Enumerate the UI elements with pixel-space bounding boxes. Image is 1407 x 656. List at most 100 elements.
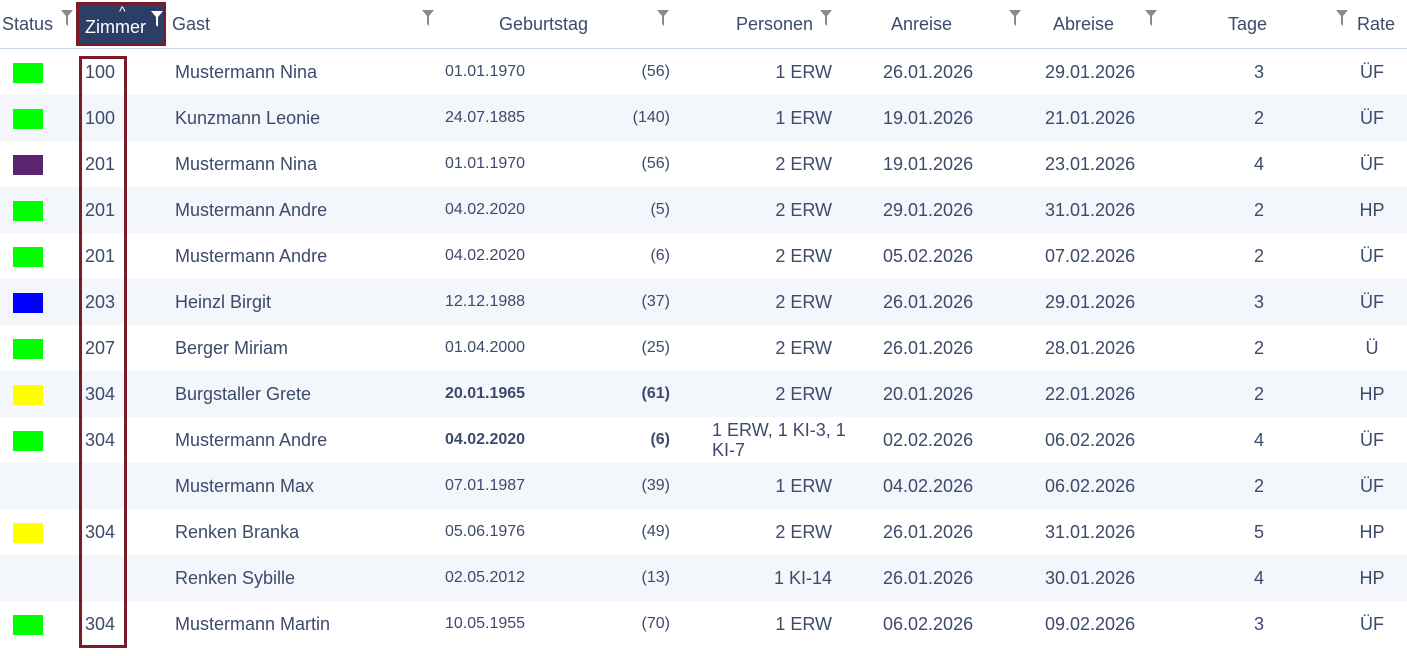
gast-cell: Heinzl Birgit bbox=[175, 292, 272, 312]
anreise-cell: 19.01.2026 bbox=[883, 154, 974, 174]
alter-cell: (56) bbox=[641, 63, 670, 80]
column-header-gast[interactable]: Gast bbox=[172, 14, 210, 35]
rate-cell: ÜF bbox=[1360, 430, 1384, 450]
column-header-abreise[interactable]: Abreise bbox=[1053, 14, 1114, 35]
tage-cell: 4 bbox=[1253, 430, 1264, 450]
alter-cell: (49) bbox=[641, 523, 670, 540]
column-header-anreise[interactable]: Anreise bbox=[891, 14, 952, 35]
personen-cell: 2 ERW bbox=[775, 154, 832, 174]
personen-cell: 2 ERW bbox=[775, 384, 832, 404]
abreise-cell: 22.01.2026 bbox=[1045, 384, 1136, 404]
filter-icon-anreise[interactable] bbox=[1009, 10, 1021, 26]
table-row[interactable]: 201 Mustermann Andre 04.02.2020 (5) 2 ERW 29.… bbox=[0, 187, 1407, 233]
column-header-rate[interactable]: Rate bbox=[1357, 14, 1395, 35]
filter-icon-tage[interactable] bbox=[1336, 10, 1348, 26]
table-row[interactable]: 203 Heinzl Birgit 12.12.1988 (37) 2 ERW 26.01… bbox=[0, 279, 1407, 325]
tage-cell: 2 bbox=[1253, 108, 1264, 128]
rate-cell: ÜF bbox=[1360, 154, 1384, 174]
filter-icon-geburtstag[interactable] bbox=[657, 10, 669, 26]
alter-cell: (56) bbox=[641, 155, 670, 172]
filter-icon-personen[interactable] bbox=[820, 10, 832, 26]
geburtstag-cell: 04.02.2020 bbox=[445, 431, 526, 448]
anreise-cell: 26.01.2026 bbox=[883, 292, 974, 312]
alter-cell: (6) bbox=[650, 247, 670, 264]
tage-cell: 3 bbox=[1253, 614, 1264, 634]
column-header-zimmer-active[interactable]: ^ Zimmer bbox=[76, 2, 166, 46]
table-row[interactable]: 207 Berger Miriam 01.04.2000 (25) 2 ERW 26.01… bbox=[0, 325, 1407, 371]
alter-cell: (140) bbox=[632, 109, 670, 126]
geburtstag-cell: 07.01.1987 bbox=[445, 477, 526, 494]
table-row[interactable]: 100 Kunzmann Leonie 24.07.1885 (140) 1 ERW 19… bbox=[0, 95, 1407, 141]
table-row[interactable]: 304 Renken Branka 05.06.1976 (49) 2 ERW 26.01… bbox=[0, 509, 1407, 555]
anreise-cell: 02.02.2026 bbox=[883, 430, 974, 450]
anreise-cell: 19.01.2026 bbox=[883, 108, 974, 128]
abreise-cell: 30.01.2026 bbox=[1045, 568, 1136, 588]
column-header-status[interactable]: Status bbox=[2, 14, 53, 35]
tage-cell: 4 bbox=[1253, 154, 1264, 174]
personen-cell: 1 ERW bbox=[775, 62, 832, 82]
geburtstag-cell: 01.01.1970 bbox=[445, 63, 526, 80]
tage-cell: 2 bbox=[1253, 338, 1264, 358]
abreise-cell: 07.02.2026 bbox=[1045, 246, 1136, 266]
anreise-cell: 05.02.2026 bbox=[883, 246, 974, 266]
alter-cell: (25) bbox=[641, 339, 670, 356]
status-color-swatch bbox=[13, 155, 43, 175]
filter-icon-zimmer[interactable] bbox=[151, 11, 163, 27]
status-color-swatch bbox=[13, 339, 43, 359]
alter-cell: (5) bbox=[650, 201, 670, 218]
anreise-cell: 26.01.2026 bbox=[883, 338, 974, 358]
zimmer-cell: 304 bbox=[85, 522, 116, 542]
abreise-cell: 09.02.2026 bbox=[1045, 614, 1136, 634]
gast-cell: Mustermann Nina bbox=[175, 62, 318, 82]
gast-cell: Renken Branka bbox=[175, 522, 300, 542]
column-header-geburtstag[interactable]: Geburtstag bbox=[499, 14, 588, 35]
table-row[interactable]: 201 Mustermann Andre 04.02.2020 (6) 2 ERW 05.… bbox=[0, 233, 1407, 279]
filter-icon-abreise[interactable] bbox=[1145, 10, 1157, 26]
tage-cell: 2 bbox=[1253, 384, 1264, 404]
table-row[interactable]: Mustermann Max 07.01.1987 (39) 1 ERW 04.02.2… bbox=[0, 463, 1407, 509]
personen-cell: 2 ERW bbox=[775, 522, 832, 542]
gast-cell: Mustermann Nina bbox=[175, 154, 318, 174]
status-color-swatch bbox=[13, 63, 43, 83]
geburtstag-cell: 04.02.2020 bbox=[445, 201, 526, 218]
zimmer-cell bbox=[85, 463, 121, 509]
abreise-cell: 31.01.2026 bbox=[1045, 522, 1136, 542]
table-row[interactable]: 201 Mustermann Nina 01.01.1970 (56) 2 ERW 19.… bbox=[0, 141, 1407, 187]
gast-cell: Kunzmann Leonie bbox=[175, 108, 321, 128]
tage-cell: 2 bbox=[1253, 246, 1264, 266]
table-row[interactable]: 100 Mustermann Nina 01.01.1970 (56) 1 ERW 26.… bbox=[0, 49, 1407, 95]
filter-icon-status[interactable] bbox=[61, 10, 73, 26]
gast-cell: Mustermann Andre bbox=[175, 246, 328, 266]
rate-cell: ÜF bbox=[1360, 108, 1384, 128]
geburtstag-cell: 01.01.1970 bbox=[445, 155, 526, 172]
gast-cell: Renken Sybille bbox=[175, 568, 296, 588]
personen-cell: 1 ERW bbox=[775, 614, 832, 634]
personen-cell: 2 ERW bbox=[775, 292, 832, 312]
table-row[interactable]: 304 Mustermann Martin 10.05.1955 (70) 1 ERW 0… bbox=[0, 601, 1407, 647]
column-header-tage[interactable]: Tage bbox=[1228, 14, 1267, 35]
personen-cell: 1 ERW, 1 KI-3, 1 KI-7 bbox=[712, 420, 846, 460]
geburtstag-cell: 01.04.2000 bbox=[445, 339, 526, 356]
zimmer-cell: 201 bbox=[85, 200, 116, 220]
personen-cell: 1 ERW bbox=[775, 108, 832, 128]
abreise-cell: 06.02.2026 bbox=[1045, 476, 1136, 496]
table-row[interactable]: 304 Mustermann Andre 04.02.2020 (6) 1 ERW, 1… bbox=[0, 417, 1407, 463]
rate-cell: ÜF bbox=[1360, 246, 1384, 266]
rate-cell: ÜF bbox=[1360, 62, 1384, 82]
gast-cell: Burgstaller Grete bbox=[175, 384, 312, 404]
zimmer-cell: 304 bbox=[85, 614, 116, 634]
rate-cell: ÜF bbox=[1360, 292, 1384, 312]
filter-icon-gast[interactable] bbox=[422, 10, 434, 26]
rate-cell: HP bbox=[1359, 200, 1385, 220]
gast-cell: Berger Miriam bbox=[175, 338, 289, 358]
status-color-swatch bbox=[13, 523, 43, 543]
tage-cell: 3 bbox=[1253, 292, 1264, 312]
status-color-swatch bbox=[13, 615, 43, 635]
zimmer-cell: 304 bbox=[85, 384, 116, 404]
tage-cell: 3 bbox=[1253, 62, 1264, 82]
table-row[interactable]: Renken Sybille 02.05.2012 (13) 1 KI-14 26.01… bbox=[0, 555, 1407, 601]
table-row[interactable]: 304 Burgstaller Grete 20.01.1965 (61) 2 ERW 2… bbox=[0, 371, 1407, 417]
zimmer-cell: 201 bbox=[85, 246, 116, 266]
column-header-personen[interactable]: Personen bbox=[736, 14, 813, 35]
zimmer-cell: 304 bbox=[85, 430, 116, 450]
